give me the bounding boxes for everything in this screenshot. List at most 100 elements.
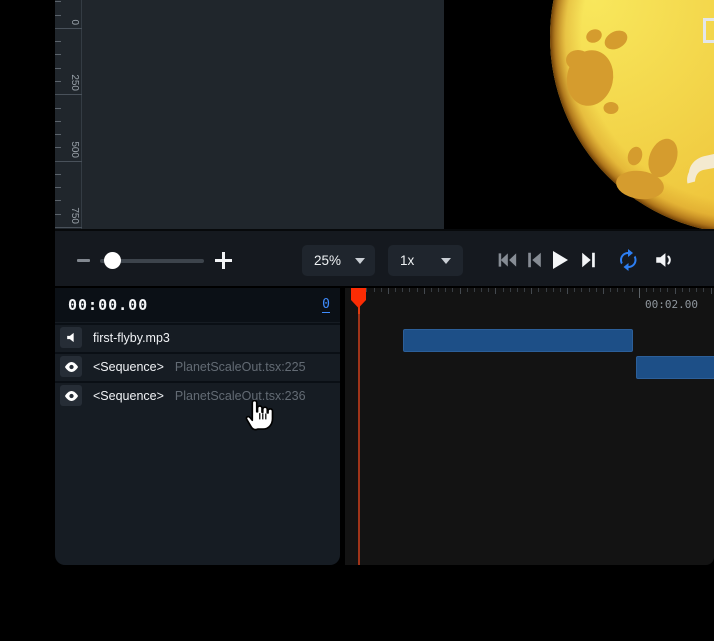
- zoom-out-button[interactable]: [77, 259, 90, 262]
- timeline-tick: [574, 288, 575, 292]
- ruler-minor-tick: [55, 1, 61, 2]
- ruler-minor-tick: [55, 214, 61, 215]
- track-source-ref: PlanetScaleOut.tsx:225: [175, 360, 306, 374]
- ruler-minor-tick: [55, 81, 61, 82]
- chevron-down-icon: [355, 258, 365, 264]
- ruler-minor-tick: [55, 108, 61, 109]
- chevron-down-icon: [441, 258, 451, 264]
- timeline-header: 00:00.00 0: [55, 288, 340, 322]
- app-region: 0 250 500 750: [55, 0, 714, 565]
- loop-toggle-button[interactable]: [615, 249, 641, 271]
- eye-icon[interactable]: [60, 356, 82, 377]
- timeline-tick: [553, 288, 554, 292]
- timeline-tick: [517, 288, 518, 292]
- ruler-label: 250: [69, 75, 79, 92]
- ruler-major-tick: [55, 94, 82, 95]
- timeline-tick: [438, 288, 439, 292]
- timeline-tick: [531, 288, 532, 294]
- planet-artwork: [444, 0, 714, 229]
- ruler-label: 500: [69, 141, 79, 158]
- ruler-label: 750: [69, 207, 79, 224]
- timeline-tick: [474, 288, 475, 292]
- track-source-ref: PlanetScaleOut.tsx:236: [175, 389, 306, 403]
- timeline-tick: [381, 288, 382, 292]
- timeline-tick: [424, 288, 425, 294]
- timeline-tick: [488, 288, 489, 292]
- in-out-marker-icon[interactable]: [703, 18, 714, 43]
- timeline-clip-area: 00:02.00: [345, 288, 714, 565]
- timeline-tick: [703, 288, 704, 292]
- playback-rate-select[interactable]: 1x: [388, 245, 463, 276]
- track-row[interactable]: <Sequence> PlanetScaleOut.tsx:225: [55, 352, 340, 379]
- loop-icon: [616, 248, 640, 272]
- timeline-tick: [617, 288, 618, 292]
- frame-counter-link[interactable]: 0: [322, 297, 330, 313]
- timeline-tick: [538, 288, 539, 292]
- zoom-slider-thumb[interactable]: [104, 252, 121, 269]
- timeline-tick: [524, 288, 525, 292]
- play-icon: [551, 250, 569, 270]
- remotion-studio-window: 0 250 500 750: [0, 0, 714, 641]
- play-button[interactable]: [549, 249, 571, 271]
- next-frame-icon: [581, 251, 596, 269]
- timeline-tick: [417, 288, 418, 292]
- timeline-second-tick: [639, 288, 640, 298]
- timecode-display: 00:00.00: [68, 296, 148, 314]
- timeline-clip[interactable]: [403, 329, 633, 352]
- canvas-zoom-select[interactable]: 25%: [302, 245, 375, 276]
- playhead-line: [358, 288, 361, 565]
- timeline-tick: [711, 288, 712, 294]
- ruler-minor-tick: [55, 54, 61, 55]
- next-frame-button[interactable]: [577, 249, 599, 271]
- timeline-tick: [374, 288, 375, 292]
- track-row[interactable]: <Sequence> PlanetScaleOut.tsx:236: [55, 381, 340, 408]
- ruler-label: 0: [69, 19, 79, 25]
- volume-icon: [653, 249, 676, 271]
- eye-icon[interactable]: [60, 385, 82, 406]
- timeline-tick: [388, 288, 389, 294]
- timeline-tick: [467, 288, 468, 292]
- previous-frame-icon: [527, 251, 542, 269]
- timeline-tick: [653, 288, 654, 292]
- timeline-tick: [481, 288, 482, 292]
- timeline-tick: [682, 288, 683, 292]
- timeline-tick: [460, 288, 461, 294]
- timeline-tick: [510, 288, 511, 292]
- timeline-tick: [546, 288, 547, 292]
- ruler-minor-tick: [55, 15, 61, 16]
- timeline-tick: [589, 288, 590, 292]
- timeline-track-panel: 00:00.00 0 first-flyby.mp3 <Sequence> Plan…: [55, 288, 340, 565]
- ruler-time-label: 00:02.00: [645, 298, 698, 311]
- timeline-tick: [431, 288, 432, 292]
- ruler-minor-tick: [55, 147, 61, 148]
- preview-canvas-background: [82, 0, 444, 229]
- track-row[interactable]: first-flyby.mp3: [55, 323, 340, 350]
- timeline-tick: [581, 288, 582, 292]
- timeline-tick: [632, 288, 633, 292]
- timeline-clip[interactable]: [636, 356, 714, 379]
- composition-viewport: [444, 0, 714, 229]
- ruler-major-tick: [55, 227, 82, 228]
- preview-pane: 0 250 500 750: [55, 0, 714, 229]
- volume-button[interactable]: [651, 249, 677, 271]
- ruler-minor-tick: [55, 41, 61, 42]
- speaker-icon[interactable]: [60, 327, 82, 348]
- previous-frame-button[interactable]: [523, 249, 545, 271]
- playback-rate-value: 1x: [400, 253, 414, 268]
- timeline-tick: [603, 288, 604, 294]
- timeline-tick: [646, 288, 647, 292]
- zoom-in-button[interactable]: [215, 252, 232, 269]
- skip-to-start-icon: [497, 251, 517, 269]
- ruler-major-tick: [55, 161, 82, 162]
- track-label: <Sequence>: [93, 389, 164, 403]
- track-label: first-flyby.mp3: [93, 331, 170, 345]
- track-label: <Sequence>: [93, 360, 164, 374]
- timeline-tick: [610, 288, 611, 292]
- timeline-tick: [567, 288, 568, 294]
- timeline-tick: [624, 288, 625, 292]
- ruler-minor-tick: [55, 200, 61, 201]
- timeline-tick: [660, 288, 661, 292]
- jump-to-start-button[interactable]: [496, 249, 518, 271]
- timeline-tick: [675, 288, 676, 294]
- timeline-tick: [366, 288, 367, 292]
